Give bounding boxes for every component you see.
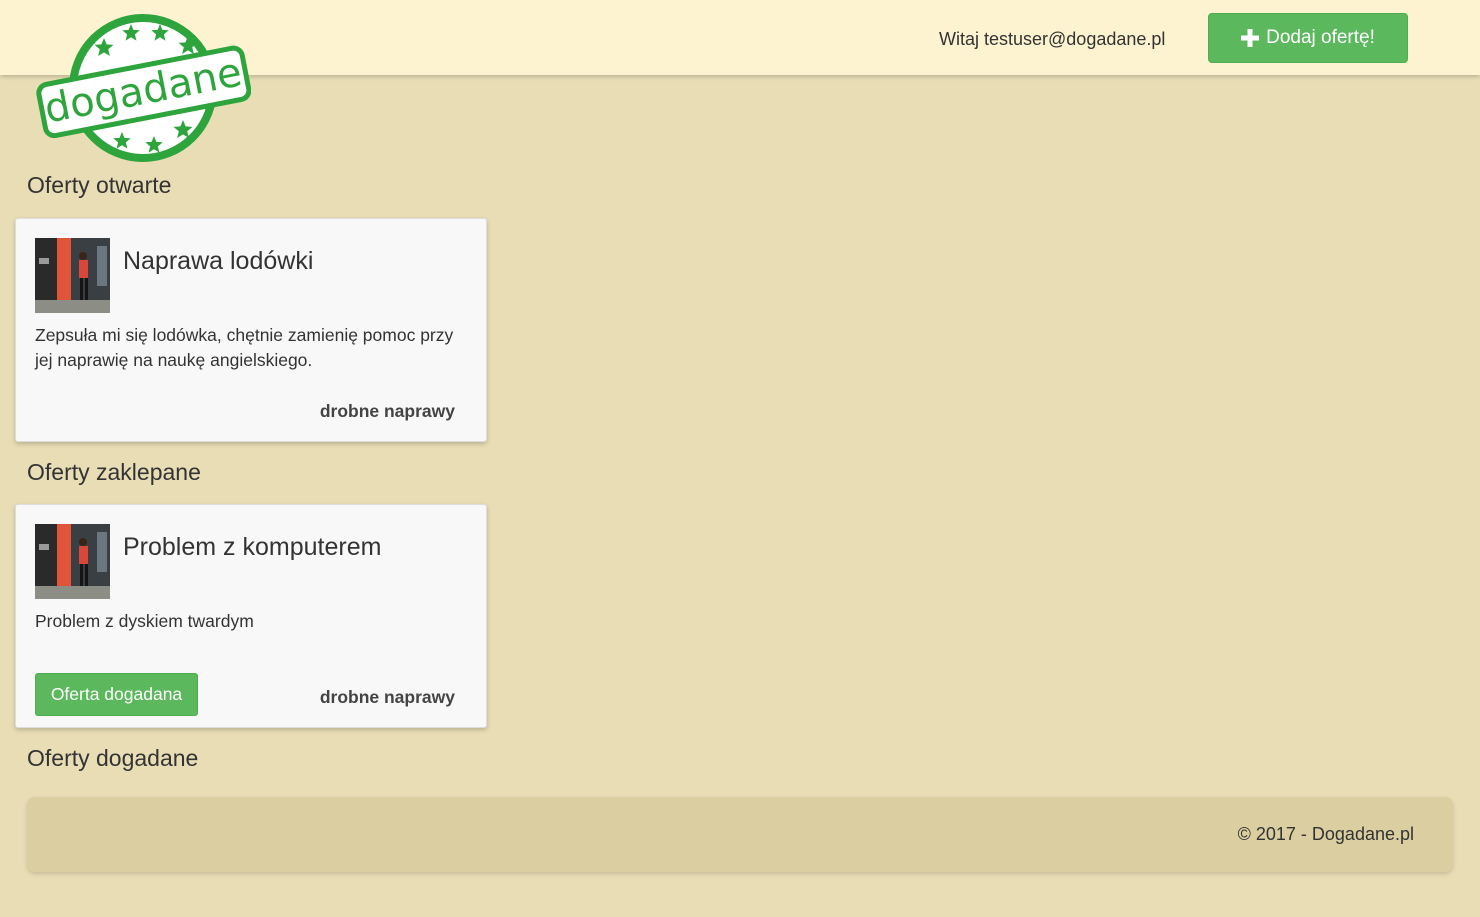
offer-agreed-button[interactable]: Oferta dogadana (35, 673, 198, 716)
offer-card[interactable]: Naprawa lodówki Zepsuła mi się lodówka, … (15, 218, 487, 442)
user-greeting: Witaj testuser@dogadane.pl (939, 29, 1166, 49)
offer-description: Problem z dyskiem twardym (35, 611, 254, 631)
copyright-text: © 2017 - Dogadane.pl (1237, 824, 1414, 844)
page-footer: © 2017 - Dogadane.pl (27, 797, 1453, 872)
add-offer-button[interactable]: Dodaj ofertę! (1208, 13, 1408, 63)
section-title-open-offers: Oferty otwarte (27, 172, 172, 198)
dogadane-logo[interactable]: dogadane (36, 10, 251, 166)
offer-thumbnail-image (35, 524, 110, 599)
add-offer-label: Dodaj ofertę! (1266, 27, 1375, 48)
section-title-booked-offers: Oferty zaklepane (27, 459, 201, 485)
offer-title: Problem z komputerem (123, 533, 382, 561)
offer-card[interactable]: Problem z komputerem Problem z dyskiem t… (15, 504, 487, 728)
offer-thumbnail-image (35, 238, 110, 313)
offer-category: drobne naprawy (319, 687, 455, 707)
section-title-agreed-offers: Oferty dogadane (27, 745, 199, 771)
offer-title: Naprawa lodówki (123, 247, 314, 275)
offer-category: drobne naprawy (319, 401, 455, 421)
offer-description: Zepsuła mi się lodówka, chętnie zamienię… (35, 325, 454, 370)
plus-icon (1241, 29, 1260, 47)
